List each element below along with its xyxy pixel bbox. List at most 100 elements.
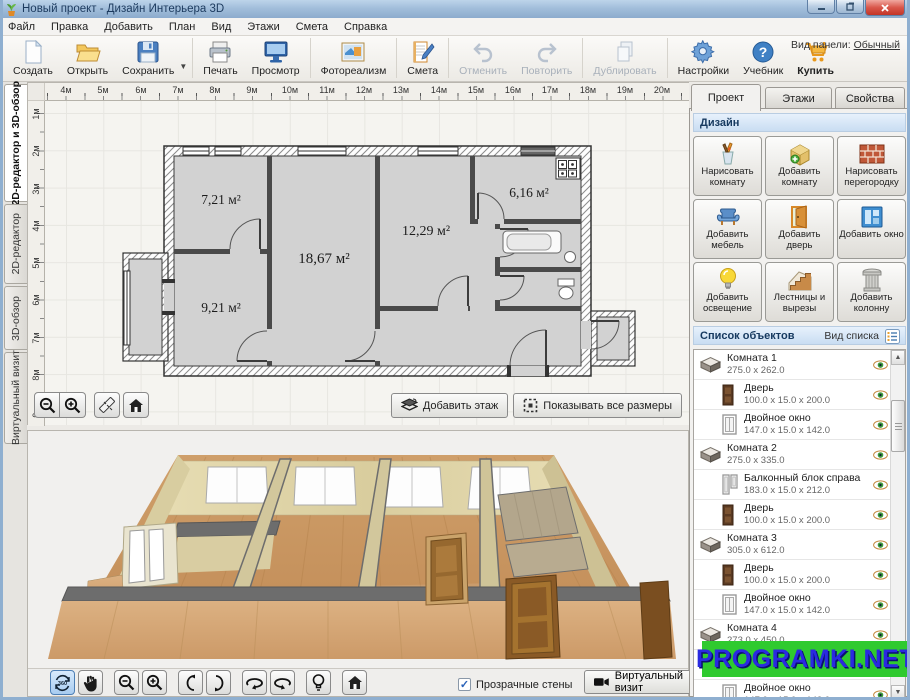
menu-edit[interactable]: Правка — [43, 21, 96, 33]
eye-icon[interactable] — [873, 690, 888, 700]
eye-icon[interactable] — [873, 600, 888, 610]
render-3d-canvas[interactable] — [28, 431, 688, 669]
virtual-visit-button[interactable]: Виртуальный визит — [584, 670, 698, 694]
add-room-button[interactable]: Добавить комнату — [765, 136, 834, 196]
object-row-room-1[interactable]: Комната 1 275.0 x 262.0 — [694, 350, 894, 380]
orbit-left-button[interactable] — [242, 670, 267, 695]
add-door-button[interactable]: Добавить дверь — [765, 199, 834, 259]
ruler-label: 2м — [31, 144, 41, 158]
settings-icon — [691, 39, 715, 65]
close-button[interactable] — [865, 0, 905, 16]
ruler-label: 15м — [468, 85, 484, 95]
tab-project[interactable]: Проект — [691, 84, 761, 111]
minimize-button[interactable] — [807, 0, 835, 14]
panel-view-value[interactable]: Обычный — [854, 39, 900, 51]
home-3d-button[interactable] — [342, 670, 367, 695]
save-dropdown-icon[interactable]: ▼ — [179, 62, 187, 71]
stairs-cutouts-button[interactable]: Лестницы и вырезы — [765, 262, 834, 322]
design-section-header: Дизайн — [693, 113, 906, 132]
tab-3d-view[interactable]: 3D-обзор — [4, 286, 27, 350]
show-dimensions-button[interactable]: Показывать все размеры — [513, 393, 682, 418]
object-row-balcony-block[interactable]: Балконный блок справа 183.0 x 15.0 x 212… — [694, 470, 894, 500]
add-window-button[interactable]: Добавить окно — [837, 199, 906, 259]
rotate-360-button[interactable]: 360 — [50, 670, 75, 695]
preview-button[interactable]: Просмотр — [245, 38, 307, 78]
eye-icon[interactable] — [873, 450, 888, 460]
tab-virtual-visit[interactable]: Виртуальный визит — [4, 352, 27, 444]
scroll-thumb[interactable] — [891, 400, 905, 452]
open-button[interactable]: Открыть — [60, 38, 115, 78]
object-row-room-2[interactable]: Комната 2 275.0 x 335.0 — [694, 440, 894, 470]
object-row-door[interactable]: Дверь 100.0 x 15.0 x 200.0 — [694, 380, 894, 410]
menu-help[interactable]: Справка — [336, 21, 395, 33]
zoom-in-button[interactable] — [60, 392, 86, 418]
eye-icon[interactable] — [873, 510, 888, 520]
home-button[interactable] — [123, 392, 149, 418]
add-furniture-button[interactable]: Добавить мебель — [693, 199, 762, 259]
photorealism-button[interactable]: Фотореализм — [314, 38, 394, 78]
undo-icon — [471, 39, 495, 65]
orbit-right-button[interactable] — [270, 670, 295, 695]
menu-add[interactable]: Добавить — [96, 21, 161, 33]
tilt-down-icon — [211, 674, 227, 692]
measure-button[interactable] — [94, 392, 120, 418]
tab-2d-editor[interactable]: 2D-редактор — [4, 204, 27, 284]
eye-icon[interactable] — [873, 390, 888, 400]
settings-button[interactable]: Настройки — [671, 38, 737, 78]
print-icon — [208, 39, 232, 65]
title-bar[interactable]: Новый проект - Дизайн Интерьера 3D — [0, 0, 910, 18]
add-lighting-button[interactable]: Добавить освещение — [693, 262, 762, 322]
list-view-icon — [885, 329, 900, 344]
floor-plan-canvas[interactable]: 7,21 м² 9,21 м² 18,67 м² 12,29 м² 6,16 м… — [45, 101, 689, 425]
zoom-in-3d-button[interactable] — [142, 670, 167, 695]
estimate-button[interactable]: Смета — [400, 38, 445, 78]
list-view-button[interactable] — [885, 329, 900, 344]
eye-icon[interactable] — [873, 630, 888, 640]
object-row-room-3[interactable]: Комната 3 305.0 x 612.0 — [694, 530, 894, 560]
draw-partition-button[interactable]: Нарисовать перегородку — [837, 136, 906, 196]
menu-estimate[interactable]: Смета — [288, 21, 336, 33]
pan-button[interactable] — [78, 670, 103, 695]
zoom-out-button[interactable] — [34, 392, 60, 418]
scroll-up-arrow[interactable]: ▲ — [891, 350, 905, 365]
menu-file[interactable]: Файл — [0, 21, 43, 33]
maximize-button[interactable] — [836, 0, 864, 14]
add-floor-button[interactable]: Добавить этаж — [391, 393, 508, 418]
draw-partition-icon — [859, 140, 885, 167]
object-row-door[interactable]: Дверь 100.0 x 15.0 x 200.0 — [694, 500, 894, 530]
object-row-window[interactable]: Двойное окно 147.0 x 15.0 x 142.0 — [694, 410, 894, 440]
window-icon — [722, 594, 737, 615]
eye-icon[interactable] — [873, 570, 888, 580]
eye-icon[interactable] — [873, 480, 888, 490]
create-button[interactable]: Создать — [6, 38, 60, 78]
transparent-walls-option[interactable]: ✓ Прозрачные стены — [458, 678, 572, 691]
object-row-window[interactable]: Двойное окно 147.0 x 15.0 x 142.0 — [694, 680, 894, 700]
eye-icon[interactable] — [873, 540, 888, 550]
tab-properties[interactable]: Свойства — [835, 87, 905, 110]
tutorial-button[interactable]: ? Учебник — [736, 38, 790, 78]
print-button[interactable]: Печать — [196, 38, 244, 78]
redo-button[interactable]: Повторить — [514, 38, 579, 78]
lighting-button[interactable] — [306, 670, 331, 695]
object-row-door[interactable]: Дверь 100.0 x 15.0 x 200.0 — [694, 560, 894, 590]
eye-icon[interactable] — [873, 360, 888, 370]
tilt-up-button[interactable] — [178, 670, 203, 695]
menu-floors[interactable]: Этажи — [239, 21, 287, 33]
menu-view[interactable]: Вид — [203, 21, 239, 33]
scroll-down-arrow[interactable]: ▼ — [891, 685, 905, 700]
tilt-down-button[interactable] — [206, 670, 231, 695]
draw-room-button[interactable]: Нарисовать комнату — [693, 136, 762, 196]
transparent-walls-checkbox[interactable]: ✓ — [458, 678, 471, 691]
add-column-button[interactable]: Добавить колонну — [837, 262, 906, 322]
ruler-label: 8м — [209, 85, 220, 95]
save-button[interactable]: Сохранить — [115, 38, 181, 78]
object-row-window[interactable]: Двойное окно 147.0 x 15.0 x 142.0 — [694, 590, 894, 620]
eye-icon[interactable] — [873, 420, 888, 430]
tab-floors[interactable]: Этажи — [765, 87, 832, 110]
tab-2d-and-3d[interactable]: 2D-редактор и 3D-обзор — [4, 84, 28, 202]
duplicate-button[interactable]: Дублировать — [586, 38, 663, 78]
zoom-out-3d-button[interactable] — [114, 670, 139, 695]
menu-plan[interactable]: План — [161, 21, 204, 33]
ruler-label: 18м — [580, 85, 596, 95]
undo-button[interactable]: Отменить — [452, 38, 514, 78]
